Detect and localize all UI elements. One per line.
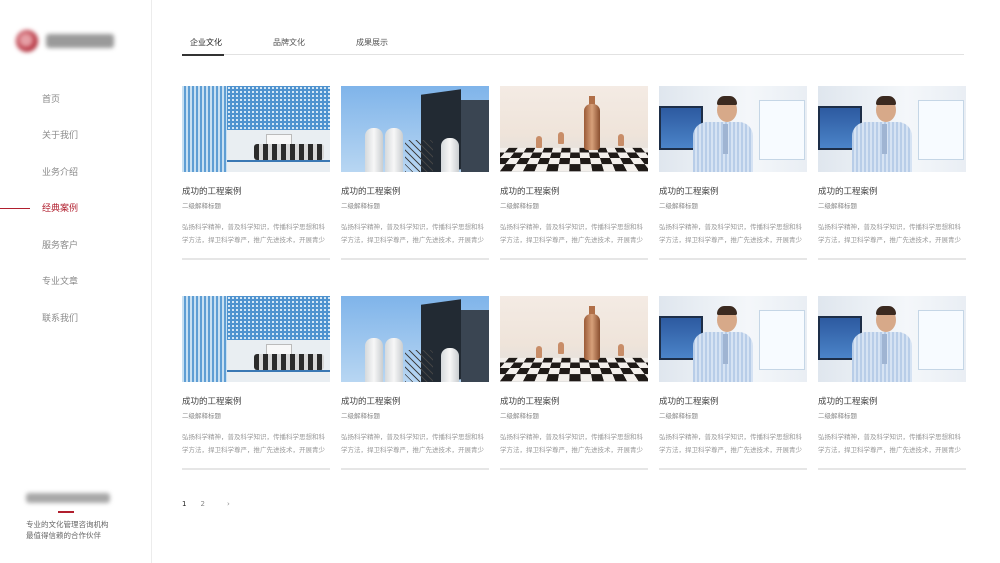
- case-row: 成功的工程案例 二级解释标题 弘扬科学精神，普及科学知识，传播科学思想和科学方法…: [182, 86, 982, 296]
- pagination: 1 2 ›: [182, 500, 230, 508]
- case-image-businessman: [818, 296, 966, 382]
- case-card[interactable]: 成功的工程案例 二级解释标题 弘扬科学精神，普及科学知识，传播科学思想和科学方法…: [818, 86, 966, 296]
- card-divider: [182, 468, 330, 470]
- case-card[interactable]: 成功的工程案例 二级解释标题 弘扬科学精神，普及科学知识，传播科学思想和科学方法…: [341, 296, 489, 506]
- sidebar-item-clients[interactable]: 服务客户: [0, 226, 152, 263]
- case-subtitle: 二级解释标题: [500, 202, 539, 210]
- case-description: 弘扬科学精神，普及科学知识，传播科学思想和科学方法，捍卫科学尊严，推广先进技术，…: [500, 223, 643, 244]
- case-image-factory: [341, 86, 489, 172]
- card-divider: [341, 468, 489, 470]
- brand-logo[interactable]: [16, 28, 120, 54]
- case-card[interactable]: 成功的工程案例 二级解释标题 弘扬科学精神，普及科学知识，传播科学思想和科学方法…: [818, 296, 966, 506]
- case-title: 成功的工程案例: [659, 397, 719, 407]
- sidebar-footer: 专业的文化管理咨询机构 最值得信赖的合作伙伴: [0, 493, 152, 541]
- page-2[interactable]: 2: [200, 500, 204, 508]
- case-description: 弘扬科学精神，普及科学知识，传播科学思想和科学方法，捍卫科学尊严，推广先进技术，…: [341, 433, 484, 454]
- case-card[interactable]: 成功的工程案例 二级解释标题 弘扬科学精神，普及科学知识，传播科学思想和科学方法…: [341, 86, 489, 296]
- sidebar-nav: 首页 关于我们 业务介绍 经典案例 服务客户 专业文章 联系我们: [0, 80, 152, 336]
- case-description: 弘扬科学精神，普及科学知识，传播科学思想和科学方法，捍卫科学尊严，推广先进技术，…: [182, 433, 325, 454]
- case-title: 成功的工程案例: [659, 187, 719, 197]
- sidebar-item-articles[interactable]: 专业文章: [0, 263, 152, 300]
- card-divider: [500, 468, 648, 470]
- sidebar-item-contact[interactable]: 联系我们: [0, 299, 152, 336]
- sidebar-item-about[interactable]: 关于我们: [0, 117, 152, 154]
- page-1[interactable]: 1: [182, 500, 186, 508]
- case-image-businessman: [818, 86, 966, 172]
- next-page-icon[interactable]: ›: [227, 500, 230, 508]
- case-title: 成功的工程案例: [341, 397, 401, 407]
- case-title: 成功的工程案例: [500, 397, 560, 407]
- case-image-chess: [500, 86, 648, 172]
- card-divider: [818, 258, 966, 260]
- case-description: 弘扬科学精神，普及科学知识，传播科学思想和科学方法，捍卫科学尊严，推广先进技术，…: [659, 223, 802, 244]
- case-card[interactable]: 成功的工程案例 二级解释标题 弘扬科学精神，普及科学知识，传播科学思想和科学方法…: [500, 86, 648, 296]
- sidebar-item-business[interactable]: 业务介绍: [0, 153, 152, 190]
- logo-text-blurred: [46, 34, 114, 48]
- case-grid: 成功的工程案例 二级解释标题 弘扬科学精神，普及科学知识，传播科学思想和科学方法…: [182, 86, 982, 506]
- case-subtitle: 二级解释标题: [182, 202, 221, 210]
- case-subtitle: 二级解释标题: [659, 202, 698, 210]
- case-image-factory: [341, 296, 489, 382]
- footer-slogan-2: 最值得信赖的合作伙伴: [26, 531, 101, 540]
- case-image-office: [182, 296, 330, 382]
- case-subtitle: 二级解释标题: [341, 202, 380, 210]
- case-title: 成功的工程案例: [341, 187, 401, 197]
- card-divider: [659, 468, 807, 470]
- tab-achievements[interactable]: 成果展示: [348, 30, 396, 55]
- case-description: 弘扬科学精神，普及科学知识，传播科学思想和科学方法，捍卫科学尊严，推广先进技术，…: [341, 223, 484, 244]
- case-subtitle: 二级解释标题: [341, 412, 380, 420]
- case-image-businessman: [659, 296, 807, 382]
- case-subtitle: 二级解释标题: [500, 412, 539, 420]
- footer-accent-line: [58, 511, 74, 513]
- case-description: 弘扬科学精神，普及科学知识，传播科学思想和科学方法，捍卫科学尊严，推广先进技术，…: [818, 433, 961, 454]
- case-row: 成功的工程案例 二级解释标题 弘扬科学精神，普及科学知识，传播科学思想和科学方法…: [182, 296, 982, 506]
- case-image-office: [182, 86, 330, 172]
- case-image-businessman: [659, 86, 807, 172]
- case-subtitle: 二级解释标题: [818, 202, 857, 210]
- case-description: 弘扬科学精神，普及科学知识，传播科学思想和科学方法，捍卫科学尊严，推广先进技术，…: [818, 223, 961, 244]
- case-description: 弘扬科学精神，普及科学知识，传播科学思想和科学方法，捍卫科学尊严，推广先进技术，…: [659, 433, 802, 454]
- case-subtitle: 二级解释标题: [818, 412, 857, 420]
- case-card[interactable]: 成功的工程案例 二级解释标题 弘扬科学精神，普及科学知识，传播科学思想和科学方法…: [659, 86, 807, 296]
- footer-blurred-logo: [26, 493, 110, 503]
- tab-corporate-culture[interactable]: 企业文化: [182, 30, 230, 56]
- main-content: 企业文化 品牌文化 成果展示 成功的工程案例 二级解释标题 弘扬科学精神，普及科…: [182, 0, 966, 563]
- tab-brand-culture[interactable]: 品牌文化: [265, 30, 313, 55]
- card-divider: [341, 258, 489, 260]
- card-divider: [818, 468, 966, 470]
- case-description: 弘扬科学精神，普及科学知识，传播科学思想和科学方法，捍卫科学尊严，推广先进技术，…: [500, 433, 643, 454]
- sidebar-item-cases[interactable]: 经典案例: [0, 190, 152, 227]
- case-card[interactable]: 成功的工程案例 二级解释标题 弘扬科学精神，普及科学知识，传播科学思想和科学方法…: [500, 296, 648, 506]
- case-title: 成功的工程案例: [818, 187, 878, 197]
- case-title: 成功的工程案例: [500, 187, 560, 197]
- case-title: 成功的工程案例: [818, 397, 878, 407]
- case-title: 成功的工程案例: [182, 187, 242, 197]
- case-title: 成功的工程案例: [182, 397, 242, 407]
- card-divider: [182, 258, 330, 260]
- card-divider: [500, 258, 648, 260]
- case-subtitle: 二级解释标题: [659, 412, 698, 420]
- case-description: 弘扬科学精神，普及科学知识，传播科学思想和科学方法，捍卫科学尊严，推广先进技术，…: [182, 223, 325, 244]
- case-subtitle: 二级解释标题: [182, 412, 221, 420]
- card-divider: [659, 258, 807, 260]
- sidebar: 首页 关于我们 业务介绍 经典案例 服务客户 专业文章 联系我们 专业的文化管理…: [0, 0, 152, 563]
- case-card[interactable]: 成功的工程案例 二级解释标题 弘扬科学精神，普及科学知识，传播科学思想和科学方法…: [182, 86, 330, 296]
- tab-bar: 企业文化 品牌文化 成果展示: [182, 30, 964, 56]
- case-card[interactable]: 成功的工程案例 二级解释标题 弘扬科学精神，普及科学知识，传播科学思想和科学方法…: [659, 296, 807, 506]
- sidebar-item-home[interactable]: 首页: [0, 80, 152, 117]
- case-image-chess: [500, 296, 648, 382]
- footer-slogan-1: 专业的文化管理咨询机构: [26, 520, 109, 529]
- case-card[interactable]: 成功的工程案例 二级解释标题 弘扬科学精神，普及科学知识，传播科学思想和科学方法…: [182, 296, 330, 506]
- logo-mark-icon: [16, 30, 38, 52]
